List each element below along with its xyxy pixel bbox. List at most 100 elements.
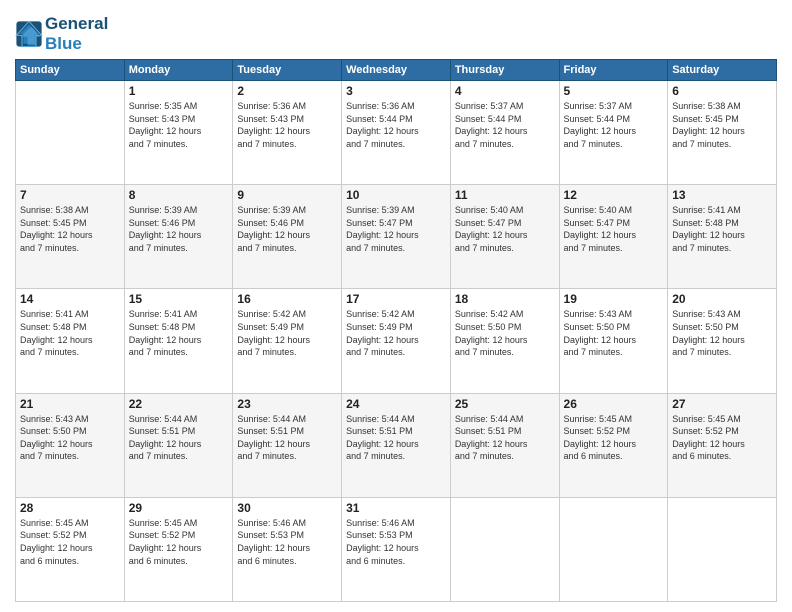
day-number: 28 <box>20 501 120 515</box>
calendar-cell <box>559 497 668 601</box>
calendar-header-tuesday: Tuesday <box>233 60 342 81</box>
day-number: 7 <box>20 188 120 202</box>
logo-text: General Blue <box>45 14 108 53</box>
calendar-cell: 8Sunrise: 5:39 AM Sunset: 5:46 PM Daylig… <box>124 185 233 289</box>
calendar-cell: 1Sunrise: 5:35 AM Sunset: 5:43 PM Daylig… <box>124 81 233 185</box>
day-number: 21 <box>20 397 120 411</box>
day-number: 17 <box>346 292 446 306</box>
day-info: Sunrise: 5:45 AM Sunset: 5:52 PM Dayligh… <box>20 517 120 567</box>
day-info: Sunrise: 5:39 AM Sunset: 5:47 PM Dayligh… <box>346 204 446 254</box>
calendar-cell: 4 Sunrise: 5:37 AM Sunset: 5:44 PM Daylig… <box>450 81 559 185</box>
calendar-cell: 29 Sunrise: 5:45 AM Sunset: 5:52 PM Dayli… <box>124 497 233 601</box>
calendar-cell: 13 Sunrise: 5:41 AM Sunset: 5:48 PM Dayli… <box>668 185 777 289</box>
day-info: Sunrise: 5:41 AM Sunset: 5:48 PM Dayligh… <box>129 308 229 358</box>
day-number: 16 <box>237 292 337 306</box>
day-number: 9 <box>237 188 337 202</box>
logo: General Blue <box>15 14 108 53</box>
calendar-week-4: 21Sunrise: 5:43 AM Sunset: 5:50 PM Dayli… <box>16 393 777 497</box>
calendar-cell: 30 Sunrise: 5:46 AM Sunset: 5:53 PM Dayli… <box>233 497 342 601</box>
day-number: 13 <box>672 188 772 202</box>
calendar-cell: 6 Sunrise: 5:38 AM Sunset: 5:45 PM Daylig… <box>668 81 777 185</box>
day-info: Sunrise: 5:46 AM Sunset: 5:53 PM Dayligh… <box>237 517 337 567</box>
calendar-cell: 17 Sunrise: 5:42 AM Sunset: 5:49 PM Dayli… <box>342 289 451 393</box>
calendar-header-row: SundayMondayTuesdayWednesdayThursdayFrid… <box>16 60 777 81</box>
day-number: 25 <box>455 397 555 411</box>
day-number: 5 <box>564 84 664 98</box>
calendar-cell: 11 Sunrise: 5:40 AM Sunset: 5:47 PM Dayli… <box>450 185 559 289</box>
calendar-cell: 16 Sunrise: 5:42 AM Sunset: 5:49 PM Dayli… <box>233 289 342 393</box>
day-info: Sunrise: 5:44 AM Sunset: 5:51 PM Dayligh… <box>346 413 446 463</box>
day-number: 15 <box>129 292 229 306</box>
calendar-header-monday: Monday <box>124 60 233 81</box>
day-info: Sunrise: 5:45 AM Sunset: 5:52 PM Dayligh… <box>129 517 229 567</box>
header: General Blue <box>15 10 777 53</box>
day-number: 14 <box>20 292 120 306</box>
calendar-cell: 5 Sunrise: 5:37 AM Sunset: 5:44 PM Daylig… <box>559 81 668 185</box>
calendar-week-5: 28 Sunrise: 5:45 AM Sunset: 5:52 PM Dayli… <box>16 497 777 601</box>
day-number: 24 <box>346 397 446 411</box>
day-number: 12 <box>564 188 664 202</box>
calendar-cell: 27 Sunrise: 5:45 AM Sunset: 5:52 PM Dayli… <box>668 393 777 497</box>
day-info: Sunrise: 5:42 AM Sunset: 5:49 PM Dayligh… <box>237 308 337 358</box>
day-info: Sunrise: 5:39 AM Sunset: 5:46 PM Dayligh… <box>237 204 337 254</box>
day-info: Sunrise: 5:45 AM Sunset: 5:52 PM Dayligh… <box>672 413 772 463</box>
day-info: Sunrise: 5:35 AM Sunset: 5:43 PM Dayligh… <box>129 100 229 150</box>
logo-icon <box>15 20 43 48</box>
day-info: Sunrise: 5:41 AM Sunset: 5:48 PM Dayligh… <box>672 204 772 254</box>
calendar-cell: 10 Sunrise: 5:39 AM Sunset: 5:47 PM Dayli… <box>342 185 451 289</box>
calendar-cell: 18Sunrise: 5:42 AM Sunset: 5:50 PM Dayli… <box>450 289 559 393</box>
calendar-cell: 25 Sunrise: 5:44 AM Sunset: 5:51 PM Dayli… <box>450 393 559 497</box>
day-info: Sunrise: 5:44 AM Sunset: 5:51 PM Dayligh… <box>455 413 555 463</box>
day-info: Sunrise: 5:44 AM Sunset: 5:51 PM Dayligh… <box>237 413 337 463</box>
day-info: Sunrise: 5:43 AM Sunset: 5:50 PM Dayligh… <box>672 308 772 358</box>
day-info: Sunrise: 5:38 AM Sunset: 5:45 PM Dayligh… <box>672 100 772 150</box>
day-info: Sunrise: 5:40 AM Sunset: 5:47 PM Dayligh… <box>455 204 555 254</box>
day-number: 30 <box>237 501 337 515</box>
day-number: 29 <box>129 501 229 515</box>
calendar-cell: 21Sunrise: 5:43 AM Sunset: 5:50 PM Dayli… <box>16 393 125 497</box>
day-info: Sunrise: 5:42 AM Sunset: 5:50 PM Dayligh… <box>455 308 555 358</box>
day-info: Sunrise: 5:38 AM Sunset: 5:45 PM Dayligh… <box>20 204 120 254</box>
page: General Blue SundayMondayTuesdayWednesda… <box>0 0 792 612</box>
day-number: 4 <box>455 84 555 98</box>
day-number: 20 <box>672 292 772 306</box>
day-number: 26 <box>564 397 664 411</box>
calendar-cell: 20 Sunrise: 5:43 AM Sunset: 5:50 PM Dayli… <box>668 289 777 393</box>
calendar-cell: 22Sunrise: 5:44 AM Sunset: 5:51 PM Dayli… <box>124 393 233 497</box>
calendar-header-sunday: Sunday <box>16 60 125 81</box>
calendar-cell: 15 Sunrise: 5:41 AM Sunset: 5:48 PM Dayli… <box>124 289 233 393</box>
day-info: Sunrise: 5:37 AM Sunset: 5:44 PM Dayligh… <box>455 100 555 150</box>
day-info: Sunrise: 5:46 AM Sunset: 5:53 PM Dayligh… <box>346 517 446 567</box>
calendar-cell: 7 Sunrise: 5:38 AM Sunset: 5:45 PM Daylig… <box>16 185 125 289</box>
day-info: Sunrise: 5:36 AM Sunset: 5:43 PM Dayligh… <box>237 100 337 150</box>
calendar-cell: 19Sunrise: 5:43 AM Sunset: 5:50 PM Dayli… <box>559 289 668 393</box>
day-info: Sunrise: 5:44 AM Sunset: 5:51 PM Dayligh… <box>129 413 229 463</box>
day-info: Sunrise: 5:40 AM Sunset: 5:47 PM Dayligh… <box>564 204 664 254</box>
calendar-week-3: 14 Sunrise: 5:41 AM Sunset: 5:48 PM Dayli… <box>16 289 777 393</box>
calendar-cell: 14 Sunrise: 5:41 AM Sunset: 5:48 PM Dayli… <box>16 289 125 393</box>
day-number: 19 <box>564 292 664 306</box>
calendar-table: SundayMondayTuesdayWednesdayThursdayFrid… <box>15 59 777 602</box>
calendar-header-thursday: Thursday <box>450 60 559 81</box>
day-number: 27 <box>672 397 772 411</box>
day-info: Sunrise: 5:41 AM Sunset: 5:48 PM Dayligh… <box>20 308 120 358</box>
day-number: 3 <box>346 84 446 98</box>
calendar-cell: 26 Sunrise: 5:45 AM Sunset: 5:52 PM Dayli… <box>559 393 668 497</box>
day-number: 6 <box>672 84 772 98</box>
calendar-cell <box>16 81 125 185</box>
day-info: Sunrise: 5:42 AM Sunset: 5:49 PM Dayligh… <box>346 308 446 358</box>
calendar-cell: 12 Sunrise: 5:40 AM Sunset: 5:47 PM Dayli… <box>559 185 668 289</box>
calendar-cell: 23Sunrise: 5:44 AM Sunset: 5:51 PM Dayli… <box>233 393 342 497</box>
calendar-cell: 28 Sunrise: 5:45 AM Sunset: 5:52 PM Dayli… <box>16 497 125 601</box>
day-info: Sunrise: 5:45 AM Sunset: 5:52 PM Dayligh… <box>564 413 664 463</box>
day-info: Sunrise: 5:37 AM Sunset: 5:44 PM Dayligh… <box>564 100 664 150</box>
calendar-cell <box>450 497 559 601</box>
day-number: 2 <box>237 84 337 98</box>
calendar-cell: 31 Sunrise: 5:46 AM Sunset: 5:53 PM Dayli… <box>342 497 451 601</box>
day-number: 11 <box>455 188 555 202</box>
day-number: 31 <box>346 501 446 515</box>
calendar-header-friday: Friday <box>559 60 668 81</box>
calendar-cell: 2 Sunrise: 5:36 AM Sunset: 5:43 PM Daylig… <box>233 81 342 185</box>
day-info: Sunrise: 5:36 AM Sunset: 5:44 PM Dayligh… <box>346 100 446 150</box>
day-number: 10 <box>346 188 446 202</box>
